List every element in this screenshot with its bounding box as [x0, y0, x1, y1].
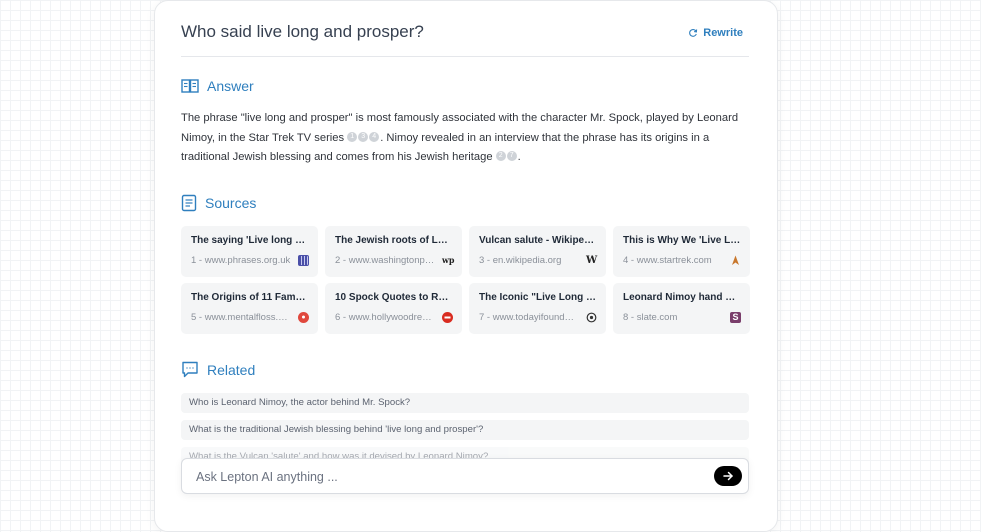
answer-text-part3: .: [517, 151, 521, 163]
related-question[interactable]: Who is Leonard Nimoy, the actor behind M…: [181, 393, 749, 413]
refresh-icon: [689, 29, 698, 37]
citation-badge[interactable]: 1: [347, 131, 358, 142]
chat-bubble-icon: [182, 361, 198, 378]
citation-badge[interactable]: 2: [495, 151, 506, 161]
query-header: Who said live long and prosper? Rewrite: [181, 22, 749, 57]
slate-favicon: S: [730, 312, 741, 323]
source-url: 8 - slate.com: [623, 312, 678, 323]
result-card: Who said live long and prosper? Rewrite …: [154, 0, 778, 532]
source-title: Vulcan salute - Wikipedia: [479, 235, 597, 246]
send-button[interactable]: [714, 466, 742, 486]
document-icon: [181, 194, 197, 212]
phrases-favicon: [298, 255, 309, 266]
source-url: 2 - www.washingtonpost.com: [335, 255, 435, 266]
query-title: Who said live long and prosper?: [181, 22, 424, 41]
source-card-1[interactable]: The saying 'Live long and prosper' 1 - w…: [181, 226, 318, 277]
source-url: 7 - www.todayifoundout.com: [479, 312, 579, 323]
answer-text: The phrase "live long and prosper" is mo…: [181, 109, 751, 168]
source-url: 4 - www.startrek.com: [623, 255, 712, 266]
source-title: This is Why We 'Live Long and Prosper': [623, 235, 741, 246]
citation-badge[interactable]: 4: [369, 131, 380, 142]
ask-input[interactable]: [194, 467, 698, 487]
source-url: 5 - www.mentalfloss.com: [191, 312, 291, 323]
rewrite-button[interactable]: Rewrite: [688, 27, 743, 39]
source-url: 3 - en.wikipedia.org: [479, 255, 562, 266]
citation-badge[interactable]: 7: [506, 151, 517, 161]
source-card-3[interactable]: Vulcan salute - Wikipedia 3 - en.wikiped…: [469, 226, 606, 277]
source-card-6[interactable]: 10 Spock Quotes to Remember 6 - www.holl…: [325, 283, 462, 334]
citation-badge[interactable]: 3: [358, 131, 369, 142]
source-title: 10 Spock Quotes to Remember: [335, 292, 453, 303]
startrek-favicon: [730, 255, 741, 266]
washington-post-favicon: wp: [442, 255, 455, 265]
rewrite-label: Rewrite: [703, 27, 743, 39]
ask-box: [181, 458, 749, 494]
source-title: The Jewish roots of Leonard Nimoy's salu…: [335, 235, 453, 246]
source-card-2[interactable]: The Jewish roots of Leonard Nimoy's salu…: [325, 226, 462, 277]
source-url: 6 - www.hollywoodreporter.com: [335, 312, 435, 323]
related-heading-label: Related: [207, 361, 256, 378]
source-card-7[interactable]: The Iconic "Live Long and Prosper" 7 - w…: [469, 283, 606, 334]
sources-heading: Sources: [181, 194, 256, 212]
sources-grid: The saying 'Live long and prosper' 1 - w…: [181, 226, 750, 334]
source-url: 1 - www.phrases.org.uk: [191, 255, 291, 266]
wikipedia-favicon: W: [586, 255, 598, 266]
answer-heading-label: Answer: [207, 78, 254, 94]
source-card-4[interactable]: This is Why We 'Live Long and Prosper' 4…: [613, 226, 750, 277]
hollywood-reporter-favicon: [442, 312, 453, 323]
source-title: The saying 'Live long and prosper': [191, 235, 309, 246]
related-question[interactable]: What is the traditional Jewish blessing …: [181, 420, 749, 440]
arrow-right-icon: [723, 471, 733, 481]
todayifoundout-favicon: [586, 312, 597, 323]
answer-heading: Answer: [181, 78, 254, 94]
mentalfloss-favicon: ●: [298, 312, 309, 323]
related-heading: Related: [181, 361, 255, 378]
source-card-8[interactable]: Leonard Nimoy hand gesture 8 - slate.com…: [613, 283, 750, 334]
source-title: The Iconic "Live Long and Prosper": [479, 292, 597, 303]
source-title: Leonard Nimoy hand gesture: [623, 292, 741, 303]
source-card-5[interactable]: The Origins of 11 Famous Phrases 5 - www…: [181, 283, 318, 334]
source-title: The Origins of 11 Famous Phrases: [191, 292, 309, 303]
book-open-icon: [181, 79, 199, 93]
sources-heading-label: Sources: [205, 195, 257, 211]
